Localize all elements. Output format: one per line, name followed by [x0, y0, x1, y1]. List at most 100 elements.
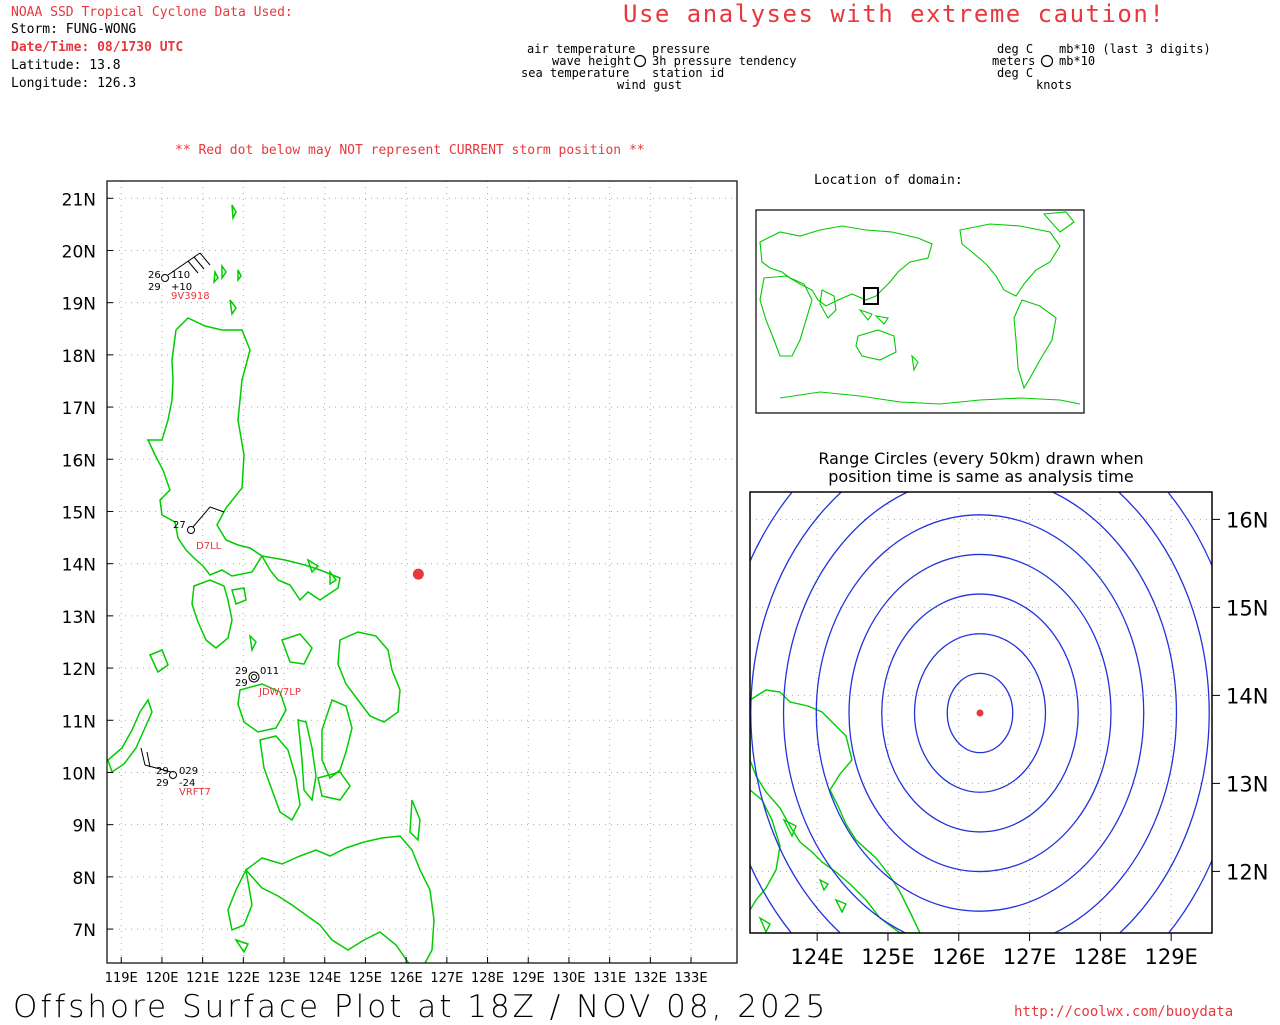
station-id: 9V3918: [171, 291, 210, 302]
station-jdw7lp[interactable]: 29 011 29 JDW/7LP: [235, 666, 301, 698]
lon-label: 120E: [145, 971, 178, 986]
leyte-coast: [321, 698, 353, 780]
range-lat-label: 12N: [1226, 860, 1268, 884]
range-map: 16N 15N 14N 13N 12N 124E 125E 126E 127E 128E 129E: [749, 491, 1268, 969]
lon-label: 131E: [593, 971, 626, 986]
world-inset-frame: [755, 209, 1085, 414]
palawan-coast: [107, 698, 153, 774]
lon-label: 133E: [675, 971, 708, 986]
lat-label: 12N: [62, 660, 96, 680]
marinduque: [231, 587, 247, 606]
range-lon-labels: 124E 125E 126E 127E 128E 129E: [790, 933, 1198, 969]
station-sea-temp: 29: [148, 282, 161, 293]
lon-label: 126E: [390, 971, 423, 986]
main-map: 21N 20N 19N 18N 17N 16N 15N 14N 13N 12N 11N 10N 9N 8N…: [62, 180, 738, 986]
lat-label: 21N: [62, 190, 96, 210]
lat-label: 8N: [72, 869, 96, 889]
bicol-coast: [260, 554, 341, 602]
range-lon-label: 127E: [1003, 945, 1056, 969]
range-lat-label: 13N: [1226, 772, 1268, 796]
lon-label: 127E: [430, 971, 463, 986]
lat-label: 10N: [62, 764, 96, 784]
range-lon-label: 126E: [932, 945, 985, 969]
legend-station-circle-units: [1040, 54, 1054, 68]
station-sea-temp: 29: [156, 778, 169, 789]
station-circle-inner: [251, 674, 257, 680]
map-canvas: 21N 20N 19N 18N 17N 16N 15N 14N 13N 12N 11N 10N 9N 8N…: [62, 54, 1268, 986]
station-air-temp: 27: [173, 520, 186, 531]
wind-barb-flag: [146, 751, 151, 768]
range-lon-label: 124E: [790, 945, 843, 969]
negros-coast: [259, 735, 301, 822]
wind-barb-flag: [193, 256, 205, 270]
samar-range-coast: [750, 689, 921, 933]
lon-label: 122E: [227, 971, 260, 986]
lat-label: 19N: [62, 295, 96, 315]
station-id: JDW/7LP: [258, 687, 301, 698]
range-lon-label: 128E: [1074, 945, 1127, 969]
lat-label: 15N: [62, 503, 96, 523]
range-lon-label: 129E: [1144, 945, 1197, 969]
station-9v3918[interactable]: 26 110 29 +10 9V3918: [148, 252, 211, 302]
lat-label: 18N: [62, 347, 96, 367]
lat-label: 14N: [62, 556, 96, 576]
luzon-coast: [146, 317, 264, 577]
babuyan-islets: [213, 269, 242, 285]
range-lat-label: 14N: [1226, 684, 1268, 708]
sulu-islets: [234, 938, 250, 954]
lat-label: 17N: [62, 399, 96, 419]
station-pressure: 029: [179, 766, 198, 777]
storm-position-dot[interactable]: [412, 568, 424, 580]
station-circle: [187, 526, 195, 534]
wind-barb-flag: [199, 252, 211, 266]
lon-label: 129E: [512, 971, 545, 986]
wind-barb-flag: [140, 747, 146, 766]
zamboanga: [227, 867, 253, 932]
range-land: [750, 689, 921, 933]
mindoro-coast: [191, 579, 233, 649]
range-circles: [750, 492, 1212, 933]
station-pressure: 110: [171, 270, 190, 281]
range-lat-labels: 16N 15N 14N 13N 12N: [1212, 508, 1268, 884]
lon-label: 130E: [552, 971, 585, 986]
range-lat-label: 15N: [1226, 596, 1268, 620]
station-air-temp: 26: [148, 270, 161, 281]
wind-barb: [192, 506, 211, 528]
lon-label: 125E: [349, 971, 382, 986]
legend-station-circle: [633, 54, 647, 68]
range-storm-dot[interactable]: [976, 709, 984, 717]
station-pressure: 011: [260, 666, 279, 677]
bohol-coast: [317, 771, 351, 801]
mindanao-coast: [244, 835, 435, 963]
lat-label: 7N: [72, 921, 96, 941]
lat-label: 20N: [62, 242, 96, 262]
world-inset: [755, 209, 1085, 414]
masbate-coast: [281, 633, 313, 665]
calamian: [148, 649, 169, 674]
station-d7ll[interactable]: 27 D7LL: [173, 506, 225, 552]
station-vrft7[interactable]: 29 029 29 -24 VRFT7: [140, 747, 211, 798]
northern-islets: [221, 204, 237, 317]
station-circle: [161, 274, 169, 282]
station-air-temp: 29: [235, 666, 248, 677]
lat-label: 13N: [62, 608, 96, 628]
range-circle: [1210, 492, 1212, 933]
station-id: VRFT7: [179, 787, 211, 798]
main-land: [107, 204, 435, 963]
wind-barb-flag: [209, 506, 225, 513]
lat-label: 11N: [62, 712, 96, 732]
main-lat-labels: 21N 20N 19N 18N 17N 16N 15N 14N 13N 12N 11N 10N 9N 8N…: [62, 190, 113, 941]
station-air-temp: 29: [156, 766, 169, 777]
cebu-coast: [297, 719, 317, 802]
mindanao-east: [409, 799, 421, 842]
lat-label: 16N: [62, 451, 96, 471]
station-id: D7LL: [196, 541, 222, 552]
lat-label: 9N: [72, 817, 96, 837]
lon-label: 119E: [105, 971, 138, 986]
main-lon-labels: 119E 120E 121E 122E 123E 124E 125E 126E 127E 128E…: [105, 957, 708, 986]
lon-label: 132E: [634, 971, 667, 986]
range-lat-label: 16N: [1226, 508, 1268, 532]
lon-label: 124E: [308, 971, 341, 986]
station-sea-temp: 29: [235, 678, 248, 689]
lon-label: 123E: [268, 971, 301, 986]
